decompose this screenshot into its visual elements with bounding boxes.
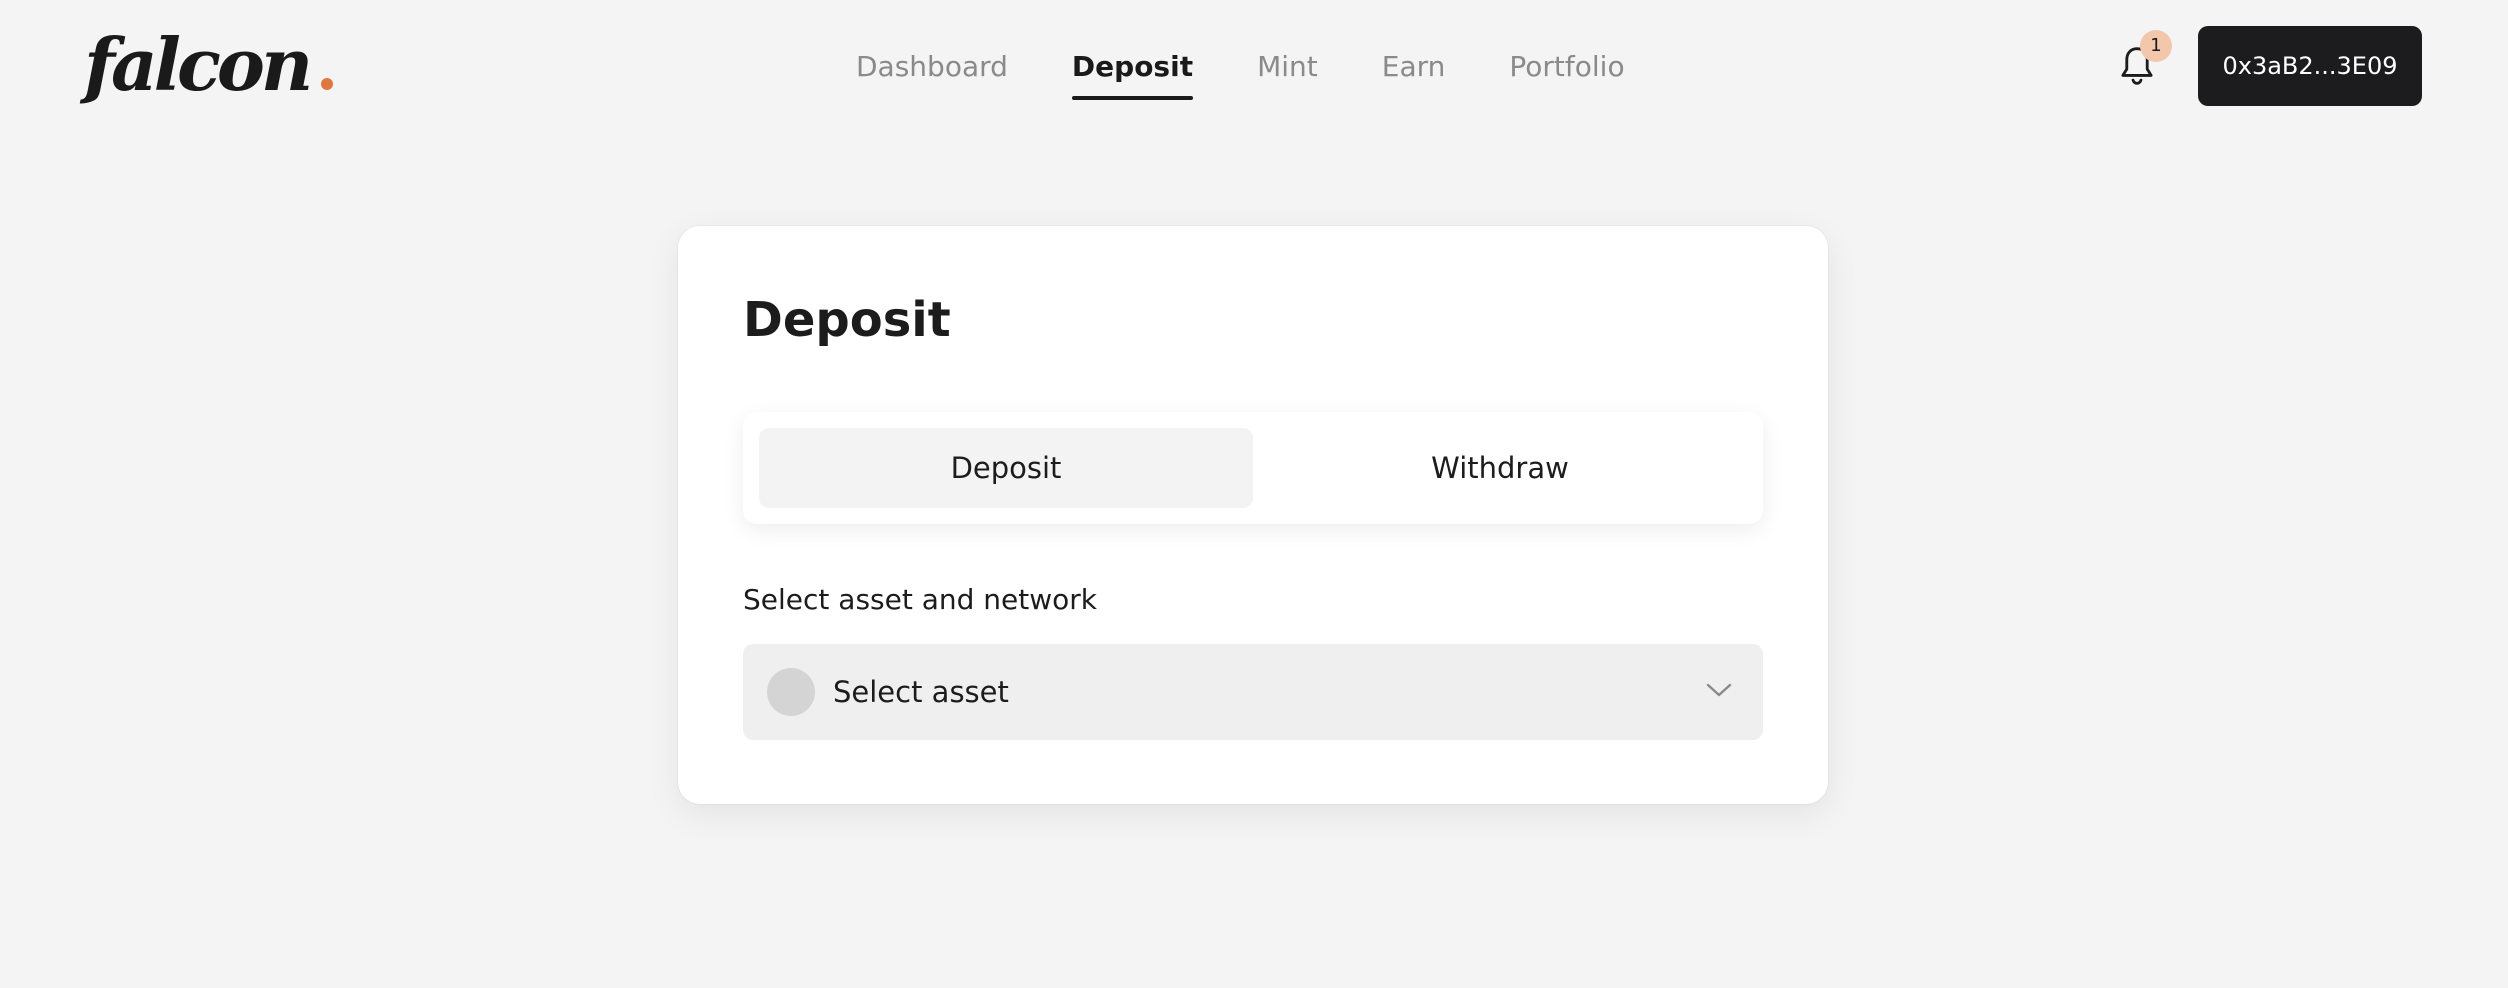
nav-item-mint[interactable]: Mint — [1257, 40, 1318, 100]
tab-withdraw[interactable]: Withdraw — [1253, 428, 1747, 508]
main-nav: Dashboard Deposit Mint Earn Portfolio — [856, 40, 1625, 100]
logo-wordmark: falcon — [84, 22, 313, 107]
nav-item-earn[interactable]: Earn — [1382, 40, 1446, 100]
top-header: falcon Dashboard Deposit Mint Earn Portf… — [0, 0, 2508, 134]
falcon-logo[interactable]: falcon — [84, 20, 334, 110]
tab-deposit[interactable]: Deposit — [759, 428, 1253, 508]
card-title: Deposit — [743, 292, 951, 348]
nav-item-dashboard[interactable]: Dashboard — [856, 40, 1008, 100]
nav-item-portfolio[interactable]: Portfolio — [1509, 40, 1624, 100]
notification-count-badge: 1 — [2140, 30, 2172, 62]
nav-item-deposit[interactable]: Deposit — [1071, 40, 1194, 100]
deposit-withdraw-toggle: Deposit Withdraw — [743, 412, 1763, 524]
chevron-down-icon — [1705, 680, 1733, 700]
asset-select-dropdown[interactable]: Select asset — [743, 644, 1763, 740]
logo-dot — [321, 78, 334, 90]
page: falcon Dashboard Deposit Mint Earn Portf… — [0, 0, 2508, 988]
asset-field-label: Select asset and network — [743, 583, 1098, 616]
wallet-address-button[interactable]: 0x3aB2...3E09 — [2198, 26, 2422, 106]
asset-select-placeholder: Select asset — [833, 675, 1009, 709]
deposit-card: Deposit Deposit Withdraw Select asset an… — [678, 226, 1828, 804]
asset-placeholder-icon — [767, 668, 815, 716]
